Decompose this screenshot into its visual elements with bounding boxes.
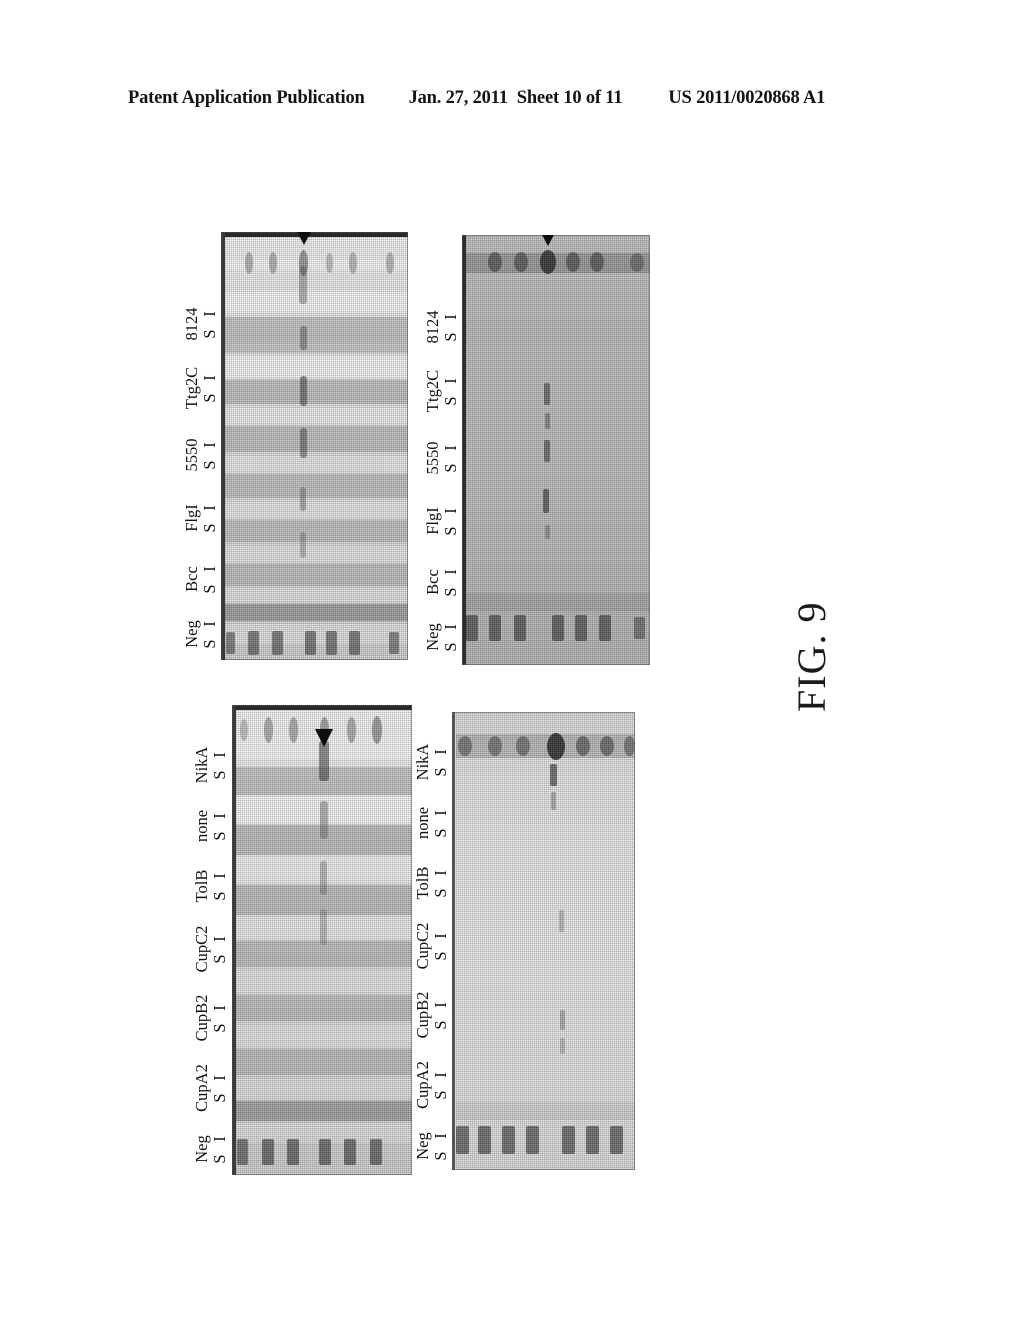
lane-fraction-i: I (199, 442, 219, 448)
lane-fraction-s: S (430, 767, 450, 777)
lane-fraction-s: S (430, 1020, 450, 1030)
lane-label-name: NikA (192, 746, 212, 784)
lane-label-name: CupA2 (413, 1061, 433, 1109)
lane-fraction-s: S (430, 828, 450, 838)
lane-fraction-s: S (199, 523, 219, 533)
lane-fraction-i: I (430, 749, 450, 755)
lane-fraction-s: S (430, 951, 450, 961)
lane-fraction-s: S (199, 460, 219, 470)
arrow-marker-icon (315, 729, 333, 747)
figure-caption: FIG. 9 (789, 601, 834, 712)
lane-fraction-i: I (209, 813, 229, 819)
lane-fraction-i: I (199, 566, 219, 572)
lane-fraction-s: S (440, 587, 460, 597)
lane-fraction-s: S (430, 1090, 450, 1100)
lane-label-name: TolB (192, 869, 212, 903)
lane-fraction-i: I (430, 810, 450, 816)
lane-labels-bottom-left: Neg S I CupA2 S I CupB2 S I CupC2 S I TolB S I non… (182, 695, 228, 1175)
lane-fraction-i: I (440, 314, 460, 320)
lane-label-name: TolB (413, 866, 433, 900)
lane-fraction-s: S (209, 1093, 229, 1103)
lane-fraction-s: S (209, 831, 229, 841)
lane-label-name: Neg (192, 1135, 212, 1163)
lane-label-name: 8124 (423, 310, 443, 344)
lane-fraction-s: S (430, 1151, 450, 1161)
lane-fraction-s: S (440, 332, 460, 342)
lane-fraction-i: I (209, 873, 229, 879)
lane-label-name: NikA (413, 743, 433, 781)
lane-fraction-s: S (209, 770, 229, 780)
lane-fraction-i: I (430, 1133, 450, 1139)
lane-label-name: Ttg2C (423, 369, 443, 413)
lane-fraction-s: S (430, 888, 450, 898)
lane-fraction-s: S (440, 463, 460, 473)
lane-fraction-s: S (209, 1154, 229, 1164)
lane-fraction-s: S (199, 329, 219, 339)
gel-panel-top-left (221, 232, 408, 660)
lane-label-name: 8124 (182, 307, 202, 341)
lane-fraction-s: S (440, 526, 460, 536)
lane-label-name: FlgI (182, 504, 202, 532)
lane-fraction-i: I (209, 1136, 229, 1142)
lane-fraction-i: I (430, 1072, 450, 1078)
lane-fraction-i: I (440, 569, 460, 575)
lane-fraction-s: S (209, 1023, 229, 1033)
lane-label-name: CupA2 (192, 1064, 212, 1112)
gel-panel-bottom-right (452, 712, 635, 1170)
lane-label-name: Neg (413, 1132, 433, 1160)
arrow-marker-icon (539, 235, 557, 246)
lane-label-name: Ttg2C (182, 366, 202, 410)
lane-fraction-i: I (430, 1002, 450, 1008)
lane-fraction-i: I (430, 870, 450, 876)
lane-fraction-i: I (440, 445, 460, 451)
lane-label-name: FlgI (423, 507, 443, 535)
gel-panel-top-right (462, 235, 650, 665)
lane-fraction-i: I (430, 933, 450, 939)
lane-fraction-i: I (209, 1075, 229, 1081)
lane-fraction-i: I (440, 378, 460, 384)
lane-fraction-i: I (209, 936, 229, 942)
lane-label-name: CupC2 (192, 925, 212, 973)
lane-fraction-s: S (199, 584, 219, 594)
lane-label-name: 5550 (182, 438, 202, 472)
lane-labels-bottom-right: Neg S I CupA2 S I CupB2 S I CupC2 S I TolB S I non… (403, 692, 449, 1172)
lane-label-name: CupB2 (192, 994, 212, 1042)
lane-labels-top-left: Neg S I Bcc S I FlgI S I 5550 S I Ttg2C S I 8124 S I (172, 230, 218, 660)
lane-fraction-s: S (209, 954, 229, 964)
figure-9: Neg S I Bcc S I FlgI S I 5550 S I Ttg2C S I 8124 S I (0, 0, 1024, 1320)
lane-fraction-i: I (209, 1005, 229, 1011)
lane-label-name: CupB2 (413, 991, 433, 1039)
lane-fraction-s: S (199, 393, 219, 403)
lane-label-name: none (192, 809, 212, 843)
arrow-marker-icon (295, 232, 313, 245)
lane-fraction-s: S (440, 396, 460, 406)
lane-fraction-i: I (199, 375, 219, 381)
lane-fraction-s: S (209, 891, 229, 901)
lane-fraction-i: I (199, 311, 219, 317)
lane-fraction-i: I (209, 752, 229, 758)
lane-labels-top-right: Neg S I Bcc S I FlgI S I 5550 S I Ttg2C S I 8124 S I (413, 233, 459, 663)
lane-fraction-s: S (199, 639, 219, 649)
lane-fraction-i: I (199, 505, 219, 511)
lane-label-name: CupC2 (413, 922, 433, 970)
lane-fraction-i: I (440, 508, 460, 514)
lane-label-name: 5550 (423, 441, 443, 475)
lane-fraction-i: I (199, 621, 219, 627)
lane-label-name: Neg (182, 620, 202, 648)
lane-fraction-i: I (440, 624, 460, 630)
lane-label-name: none (413, 806, 433, 840)
lane-label-name: Bcc (182, 566, 202, 592)
lane-label-name: Bcc (423, 569, 443, 595)
lane-fraction-s: S (440, 642, 460, 652)
gel-panel-bottom-left (232, 705, 412, 1175)
lane-label-name: Neg (423, 623, 443, 651)
